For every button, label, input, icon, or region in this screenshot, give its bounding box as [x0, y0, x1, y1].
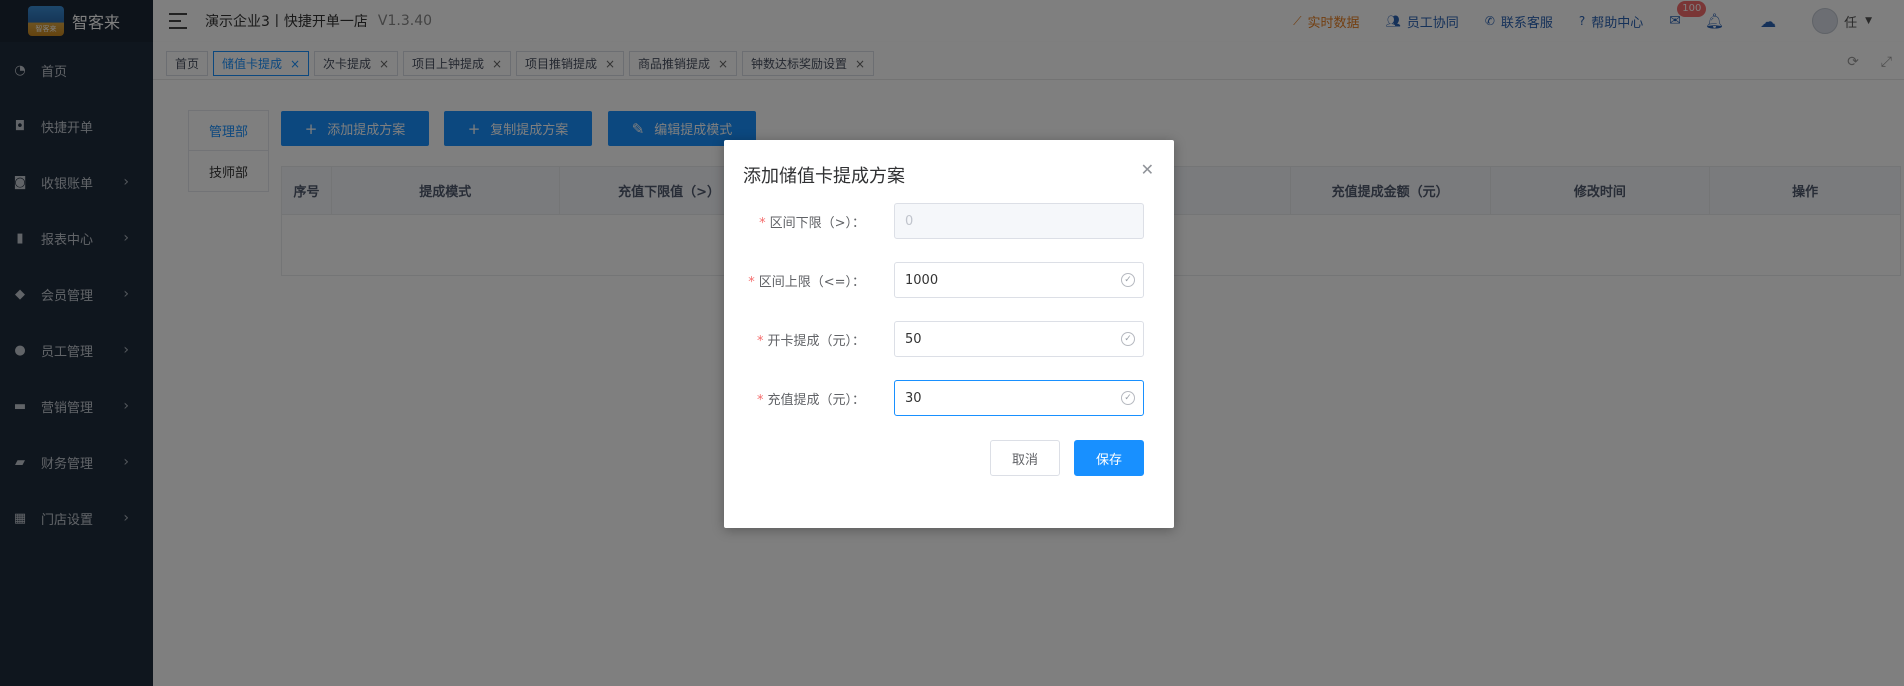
save-button[interactable]: 保存: [1074, 440, 1144, 476]
upper-bound-value: 1000: [905, 272, 939, 288]
check-circle-icon: ✓: [1121, 332, 1135, 346]
form-row-lower-bound: * 区间下限（>）： 0: [724, 202, 1174, 240]
form-row-recharge: * 充值提成（元）： 30 ✓: [724, 379, 1174, 417]
close-icon[interactable]: ✕: [1141, 160, 1154, 179]
recharge-value: 30: [905, 390, 922, 406]
add-plan-dialog: 添加储值卡提成方案 ✕ * 区间下限（>）： 0 * 区间上限（<=）： 1000 …: [724, 140, 1174, 528]
open-card-value: 50: [905, 331, 922, 347]
cancel-button[interactable]: 取消: [990, 440, 1060, 476]
lower-bound-label: * 区间下限（>）：: [759, 215, 865, 231]
recharge-label: * 充值提成（元）：: [756, 392, 865, 408]
open-card-commission-input[interactable]: 50 ✓: [894, 321, 1144, 357]
form-row-upper-bound: * 区间上限（<=）： 1000 ✓: [724, 261, 1174, 299]
upper-bound-input[interactable]: 1000 ✓: [894, 262, 1144, 298]
form-row-open-card: * 开卡提成（元）： 50 ✓: [724, 320, 1174, 358]
check-circle-icon: ✓: [1121, 391, 1135, 405]
open-card-label: * 开卡提成（元）：: [756, 333, 865, 349]
recharge-commission-input[interactable]: 30 ✓: [894, 380, 1144, 416]
upper-bound-label: * 区间上限（<=）：: [748, 274, 865, 290]
lower-bound-input: 0: [894, 203, 1144, 239]
check-circle-icon: ✓: [1121, 273, 1135, 287]
dialog-title: 添加储值卡提成方案: [743, 166, 905, 187]
